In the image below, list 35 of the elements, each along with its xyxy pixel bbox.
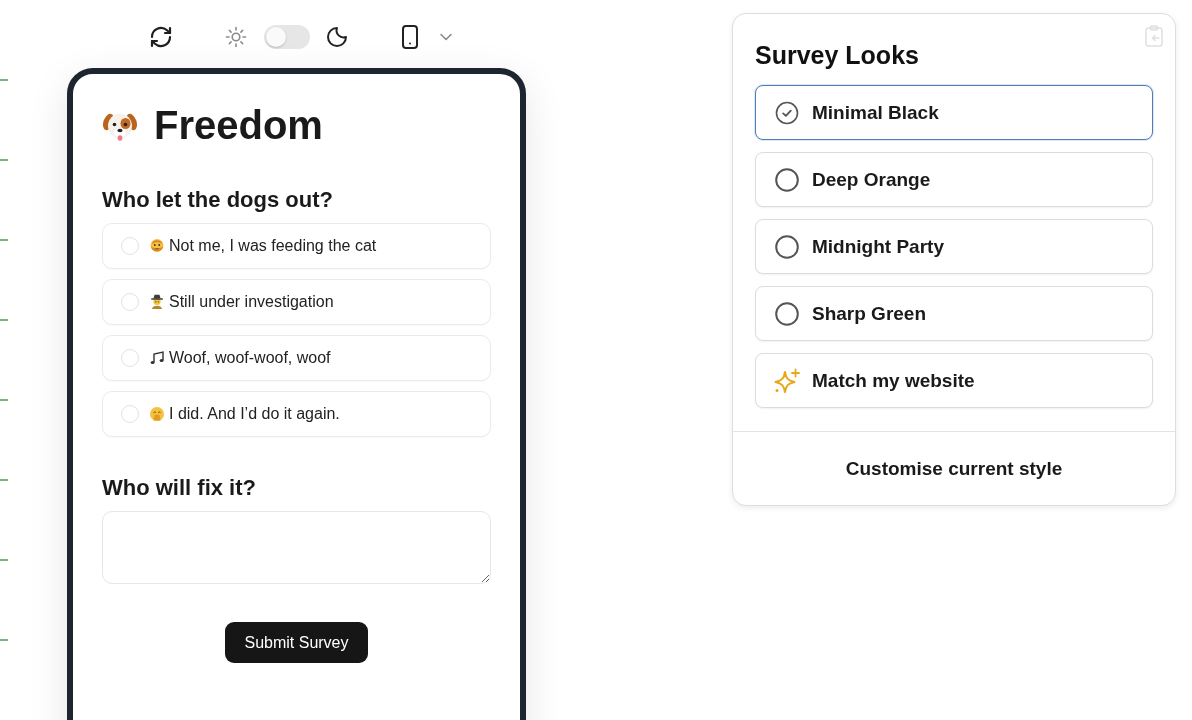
music-notes-icon: [149, 350, 165, 366]
survey-title: Freedom: [154, 102, 323, 149]
submit-button[interactable]: Submit Survey: [225, 622, 368, 663]
style-option[interactable]: Match my website: [755, 353, 1153, 408]
sparkle-icon: [774, 367, 800, 394]
radio-circle-icon: [775, 234, 799, 259]
style-option[interactable]: Midnight Party: [755, 219, 1153, 274]
question-title: Who let the dogs out?: [102, 186, 333, 214]
answer-field[interactable]: [102, 511, 491, 584]
answer-option[interactable]: Still under investigation: [102, 279, 491, 325]
style-option[interactable]: Sharp Green: [755, 286, 1153, 341]
sun-icon: [225, 26, 247, 48]
question-title: Who will fix it?: [102, 474, 256, 502]
style-option[interactable]: Minimal Black: [755, 85, 1153, 140]
detective-icon: [149, 294, 165, 310]
moon-icon: [326, 26, 348, 48]
radio-button[interactable]: [121, 349, 139, 367]
style-option[interactable]: Deep Orange: [755, 152, 1153, 207]
check-circle-icon: [775, 100, 799, 125]
radio-circle-icon: [775, 301, 799, 326]
radio-button[interactable]: [121, 293, 139, 311]
phone-icon[interactable]: [402, 25, 418, 49]
answer-option[interactable]: Not me, I was feeding the cat: [102, 223, 491, 269]
clipboard-icon[interactable]: [1145, 25, 1163, 47]
radio-circle-icon: [775, 167, 799, 192]
customise-style-button[interactable]: Customise current style: [837, 453, 1071, 484]
answer-option[interactable]: I did. And I’d do it again.: [102, 391, 491, 437]
hand-over-mouth-face-icon: [149, 406, 165, 422]
bearded-face-icon: [149, 238, 165, 254]
refresh-icon[interactable]: [149, 25, 173, 49]
panel-title: Survey Looks: [755, 40, 919, 71]
dark-mode-toggle[interactable]: [264, 25, 310, 49]
radio-button[interactable]: [121, 237, 139, 255]
radio-button[interactable]: [121, 405, 139, 423]
answer-option[interactable]: Woof, woof-woof, woof: [102, 335, 491, 381]
